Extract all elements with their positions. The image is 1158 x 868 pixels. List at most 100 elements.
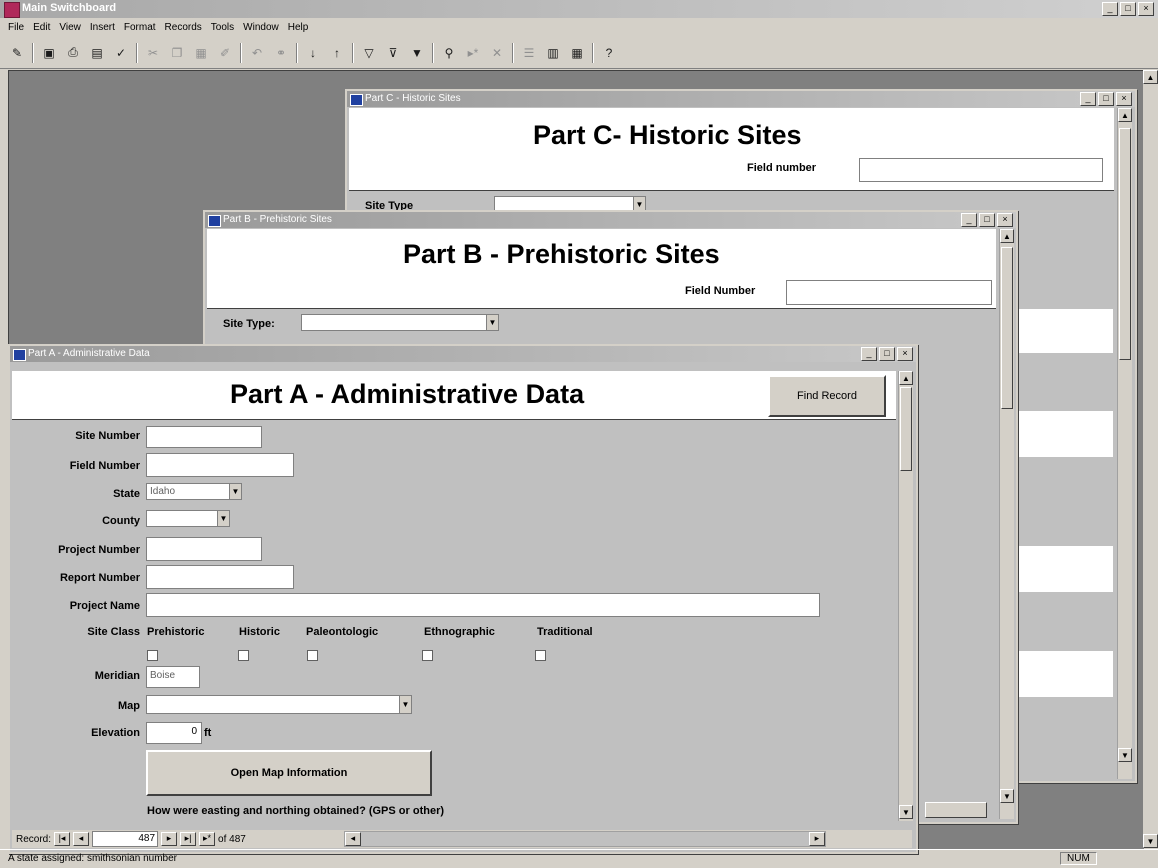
menu-view[interactable]: View xyxy=(59,22,81,33)
restore-icon[interactable]: □ xyxy=(1120,2,1136,16)
last-record-icon[interactable]: ▸| xyxy=(180,832,197,846)
first-record-icon[interactable]: |◂ xyxy=(54,832,71,846)
chevron-down-icon[interactable]: ▼ xyxy=(217,511,229,526)
close-icon[interactable]: × xyxy=(997,213,1013,227)
part-b-title-bar[interactable]: Part B - Prehistoric Sites _ □ × xyxy=(205,212,1016,228)
help-icon[interactable]: ? xyxy=(600,44,618,62)
copy-icon[interactable]: ❐ xyxy=(168,44,186,62)
scroll-thumb[interactable] xyxy=(1119,128,1131,360)
close-icon[interactable]: × xyxy=(897,347,913,361)
part-b-field-number-input[interactable] xyxy=(786,280,992,305)
filter-by-selection-icon[interactable]: ▽ xyxy=(360,44,378,62)
menu-records[interactable]: Records xyxy=(165,22,202,33)
restore-icon[interactable]: □ xyxy=(879,347,895,361)
scroll-thumb[interactable] xyxy=(900,387,912,471)
scroll-up-icon[interactable]: ▲ xyxy=(1000,229,1014,243)
prehistoric-checkbox[interactable] xyxy=(147,650,158,661)
elevation-input[interactable]: 0 xyxy=(146,722,202,744)
chevron-down-icon[interactable]: ▼ xyxy=(229,484,241,499)
mdi-vertical-scrollbar[interactable]: ▲ ▼ xyxy=(1143,70,1158,848)
find-record-button[interactable]: Find Record xyxy=(768,375,886,417)
current-record-input[interactable]: 487 xyxy=(92,831,159,847)
scroll-down-icon[interactable]: ▼ xyxy=(1118,748,1132,762)
filter-by-form-icon[interactable]: ⊽ xyxy=(384,44,402,62)
restore-icon[interactable]: □ xyxy=(1098,92,1114,106)
scroll-right-icon[interactable]: ▸ xyxy=(808,832,825,846)
spelling-icon[interactable]: ✓ xyxy=(112,44,130,62)
chevron-down-icon[interactable]: ▼ xyxy=(399,696,411,713)
print-preview-icon[interactable]: ▤ xyxy=(88,44,106,62)
traditional-checkbox[interactable] xyxy=(535,650,546,661)
scroll-up-icon[interactable]: ▲ xyxy=(1118,108,1132,122)
hyperlink-icon[interactable]: ⚭ xyxy=(272,44,290,62)
part-c-field-number-input[interactable] xyxy=(859,158,1103,182)
close-icon[interactable]: × xyxy=(1138,2,1154,16)
scroll-down-icon[interactable]: ▼ xyxy=(899,805,913,819)
part-c-window-title: Part C - Historic Sites xyxy=(365,93,461,104)
site-class-label: Site Class xyxy=(87,626,140,638)
open-map-information-button[interactable]: Open Map Information xyxy=(146,750,432,796)
view-icon[interactable]: ✎ xyxy=(8,44,26,62)
menu-window[interactable]: Window xyxy=(243,22,279,33)
properties-icon[interactable]: ☰ xyxy=(520,44,538,62)
sort-ascending-icon[interactable]: ↓ xyxy=(304,44,322,62)
cut-icon[interactable]: ✂ xyxy=(144,44,162,62)
database-window-icon[interactable]: ▥ xyxy=(544,44,562,62)
part-c-title-bar[interactable]: Part C - Historic Sites _ □ × xyxy=(347,91,1135,107)
scroll-down-icon[interactable]: ▼ xyxy=(1000,789,1014,803)
previous-record-icon[interactable]: ◂ xyxy=(73,832,90,846)
map-dropdown[interactable]: ▼ xyxy=(146,695,412,714)
part-b-horizontal-scroll-thumb[interactable] xyxy=(925,802,987,818)
minimize-icon[interactable]: _ xyxy=(1080,92,1096,106)
part-b-site-type-dropdown[interactable]: ▼ xyxy=(301,314,499,331)
save-icon[interactable]: ▣ xyxy=(40,44,58,62)
menu-edit[interactable]: Edit xyxy=(33,22,50,33)
print-icon[interactable]: ⎙ xyxy=(64,44,82,62)
part-b-window-controls: _ □ × xyxy=(961,213,1013,227)
next-record-icon[interactable]: ▸ xyxy=(161,832,178,846)
site-number-input[interactable] xyxy=(146,426,262,448)
menu-tools[interactable]: Tools xyxy=(211,22,234,33)
part-a-horizontal-scrollbar[interactable]: ◂ ▸ xyxy=(343,831,826,847)
project-name-input[interactable] xyxy=(146,593,820,617)
part-a-vertical-scrollbar[interactable]: ▲ ▼ xyxy=(898,371,913,821)
new-record-icon[interactable]: ▸* xyxy=(464,44,482,62)
scroll-up-icon[interactable]: ▲ xyxy=(1143,70,1158,84)
undo-icon[interactable]: ↶ xyxy=(248,44,266,62)
new-object-icon[interactable]: ▦ xyxy=(568,44,586,62)
paleontologic-checkbox[interactable] xyxy=(307,650,318,661)
find-icon[interactable]: ⚲ xyxy=(440,44,458,62)
restore-icon[interactable]: □ xyxy=(979,213,995,227)
minimize-icon[interactable]: _ xyxy=(861,347,877,361)
format-painter-icon[interactable]: ✐ xyxy=(216,44,234,62)
sort-descending-icon[interactable]: ↑ xyxy=(328,44,346,62)
part-c-vertical-scrollbar[interactable]: ▲ ▼ xyxy=(1117,108,1132,779)
menu-help[interactable]: Help xyxy=(288,22,309,33)
part-a-window[interactable]: Part A - Administrative Data _ □ × Part … xyxy=(8,344,918,854)
part-a-title-bar[interactable]: Part A - Administrative Data _ □ × xyxy=(10,346,916,362)
menu-file[interactable]: File xyxy=(8,22,24,33)
apply-filter-icon[interactable]: ▼ xyxy=(408,44,426,62)
historic-checkbox[interactable] xyxy=(238,650,249,661)
chevron-down-icon[interactable]: ▼ xyxy=(486,315,498,330)
minimize-icon[interactable]: _ xyxy=(961,213,977,227)
project-number-input[interactable] xyxy=(146,537,262,561)
minimize-icon[interactable]: _ xyxy=(1102,2,1118,16)
scroll-thumb[interactable] xyxy=(1001,247,1013,409)
scroll-down-icon[interactable]: ▼ xyxy=(1143,834,1158,848)
part-b-vertical-scrollbar[interactable]: ▲ ▼ xyxy=(999,229,1014,819)
paste-icon[interactable]: ▦ xyxy=(192,44,210,62)
ethnographic-checkbox[interactable] xyxy=(422,650,433,661)
state-dropdown[interactable]: Idaho ▼ xyxy=(146,483,242,500)
report-number-input[interactable] xyxy=(146,565,294,589)
new-record-nav-icon[interactable]: ▸* xyxy=(199,832,216,846)
menu-insert[interactable]: Insert xyxy=(90,22,115,33)
close-icon[interactable]: × xyxy=(1116,92,1132,106)
delete-record-icon[interactable]: ✕ xyxy=(488,44,506,62)
field-number-input[interactable] xyxy=(146,453,294,477)
menu-format[interactable]: Format xyxy=(124,22,156,33)
scroll-left-icon[interactable]: ◂ xyxy=(344,832,361,846)
meridian-input[interactable]: Boise xyxy=(146,666,200,688)
county-dropdown[interactable]: ▼ xyxy=(146,510,230,527)
scroll-up-icon[interactable]: ▲ xyxy=(899,371,913,385)
